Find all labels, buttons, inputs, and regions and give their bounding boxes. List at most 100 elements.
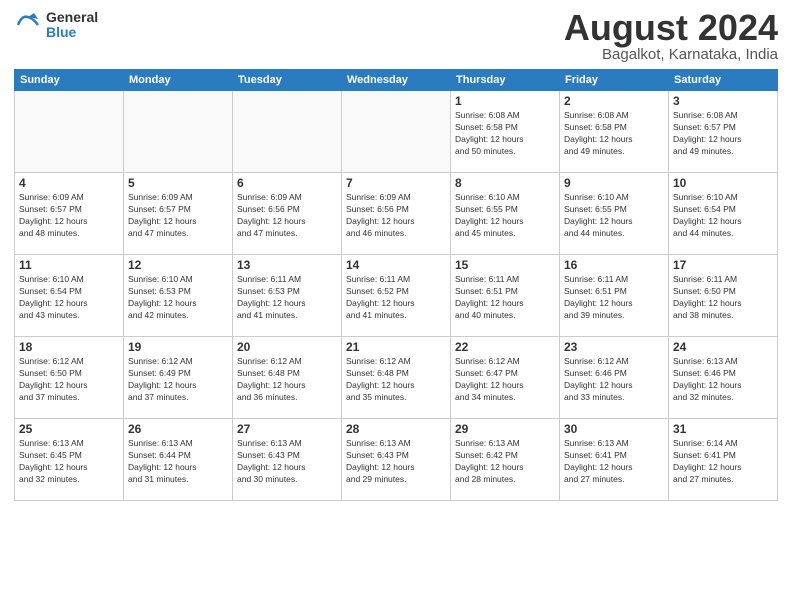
table-row: 23 Sunrise: 6:12 AM Sunset: 6:46 PM Dayli… <box>560 337 669 419</box>
day-number: 21 <box>346 340 446 354</box>
day-info: Sunrise: 6:10 AM Sunset: 6:53 PM Dayligh… <box>128 274 228 322</box>
title-block: August 2024 Bagalkot, Karnataka, India <box>564 10 778 63</box>
day-info: Sunrise: 6:12 AM Sunset: 6:49 PM Dayligh… <box>128 356 228 404</box>
day-number: 10 <box>673 176 773 190</box>
day-number: 13 <box>237 258 337 272</box>
day-info: Sunrise: 6:10 AM Sunset: 6:55 PM Dayligh… <box>455 192 555 240</box>
day-number: 14 <box>346 258 446 272</box>
table-row: 19 Sunrise: 6:12 AM Sunset: 6:49 PM Dayli… <box>124 337 233 419</box>
day-info: Sunrise: 6:12 AM Sunset: 6:47 PM Dayligh… <box>455 356 555 404</box>
day-number: 4 <box>19 176 119 190</box>
day-number: 24 <box>673 340 773 354</box>
day-number: 16 <box>564 258 664 272</box>
table-row: 2 Sunrise: 6:08 AM Sunset: 6:58 PM Daylig… <box>560 91 669 173</box>
day-number: 29 <box>455 422 555 436</box>
day-info: Sunrise: 6:13 AM Sunset: 6:41 PM Dayligh… <box>564 438 664 486</box>
day-info: Sunrise: 6:08 AM Sunset: 6:58 PM Dayligh… <box>455 110 555 158</box>
day-info: Sunrise: 6:11 AM Sunset: 6:51 PM Dayligh… <box>564 274 664 322</box>
table-row <box>15 91 124 173</box>
col-monday: Monday <box>124 70 233 91</box>
day-number: 22 <box>455 340 555 354</box>
table-row: 29Sunrise: 6:13 AM Sunset: 6:42 PM Dayli… <box>451 419 560 501</box>
day-info: Sunrise: 6:14 AM Sunset: 6:41 PM Dayligh… <box>673 438 773 486</box>
table-row: 20 Sunrise: 6:12 AM Sunset: 6:48 PM Dayli… <box>233 337 342 419</box>
col-friday: Friday <box>560 70 669 91</box>
table-row: 18 Sunrise: 6:12 AM Sunset: 6:50 PM Dayli… <box>15 337 124 419</box>
day-number: 19 <box>128 340 228 354</box>
table-row <box>233 91 342 173</box>
day-info: Sunrise: 6:13 AM Sunset: 6:46 PM Dayligh… <box>673 356 773 404</box>
day-info: Sunrise: 6:10 AM Sunset: 6:54 PM Dayligh… <box>19 274 119 322</box>
day-info: Sunrise: 6:09 AM Sunset: 6:57 PM Dayligh… <box>128 192 228 240</box>
day-number: 20 <box>237 340 337 354</box>
day-info: Sunrise: 6:13 AM Sunset: 6:43 PM Dayligh… <box>237 438 337 486</box>
day-info: Sunrise: 6:10 AM Sunset: 6:54 PM Dayligh… <box>673 192 773 240</box>
table-row <box>124 91 233 173</box>
logo-text: General Blue <box>46 10 98 41</box>
day-number: 5 <box>128 176 228 190</box>
day-number: 2 <box>564 94 664 108</box>
day-number: 7 <box>346 176 446 190</box>
table-row: 13 Sunrise: 6:11 AM Sunset: 6:53 PM Dayli… <box>233 255 342 337</box>
day-number: 31 <box>673 422 773 436</box>
table-row: 26Sunrise: 6:13 AM Sunset: 6:44 PM Dayli… <box>124 419 233 501</box>
table-row: 17Sunrise: 6:11 AM Sunset: 6:50 PM Dayli… <box>669 255 778 337</box>
day-info: Sunrise: 6:11 AM Sunset: 6:52 PM Dayligh… <box>346 274 446 322</box>
day-number: 27 <box>237 422 337 436</box>
calendar-week-row: 11Sunrise: 6:10 AM Sunset: 6:54 PM Dayli… <box>15 255 778 337</box>
day-info: Sunrise: 6:13 AM Sunset: 6:45 PM Dayligh… <box>19 438 119 486</box>
day-info: Sunrise: 6:12 AM Sunset: 6:46 PM Dayligh… <box>564 356 664 404</box>
table-row: 5 Sunrise: 6:09 AM Sunset: 6:57 PM Daylig… <box>124 173 233 255</box>
table-row: 8Sunrise: 6:10 AM Sunset: 6:55 PM Daylig… <box>451 173 560 255</box>
table-row: 7 Sunrise: 6:09 AM Sunset: 6:56 PM Daylig… <box>342 173 451 255</box>
day-number: 18 <box>19 340 119 354</box>
table-row: 12 Sunrise: 6:10 AM Sunset: 6:53 PM Dayli… <box>124 255 233 337</box>
day-number: 28 <box>346 422 446 436</box>
day-info: Sunrise: 6:10 AM Sunset: 6:55 PM Dayligh… <box>564 192 664 240</box>
day-info: Sunrise: 6:12 AM Sunset: 6:48 PM Dayligh… <box>346 356 446 404</box>
logo: General Blue <box>14 10 98 41</box>
day-number: 9 <box>564 176 664 190</box>
table-row: 22 Sunrise: 6:12 AM Sunset: 6:47 PM Dayli… <box>451 337 560 419</box>
table-row: 25 Sunrise: 6:13 AM Sunset: 6:45 PM Dayli… <box>15 419 124 501</box>
day-info: Sunrise: 6:12 AM Sunset: 6:48 PM Dayligh… <box>237 356 337 404</box>
logo-blue-text: Blue <box>46 25 98 40</box>
day-number: 12 <box>128 258 228 272</box>
day-info: Sunrise: 6:12 AM Sunset: 6:50 PM Dayligh… <box>19 356 119 404</box>
col-sunday: Sunday <box>15 70 124 91</box>
table-row: 11Sunrise: 6:10 AM Sunset: 6:54 PM Dayli… <box>15 255 124 337</box>
calendar-week-row: 18 Sunrise: 6:12 AM Sunset: 6:50 PM Dayli… <box>15 337 778 419</box>
table-row: 15 Sunrise: 6:11 AM Sunset: 6:51 PM Dayli… <box>451 255 560 337</box>
calendar: Sunday Monday Tuesday Wednesday Thursday… <box>14 69 778 501</box>
day-number: 25 <box>19 422 119 436</box>
col-saturday: Saturday <box>669 70 778 91</box>
calendar-week-row: 1 Sunrise: 6:08 AM Sunset: 6:58 PM Daylig… <box>15 91 778 173</box>
table-row: 27 Sunrise: 6:13 AM Sunset: 6:43 PM Dayli… <box>233 419 342 501</box>
day-info: Sunrise: 6:13 AM Sunset: 6:43 PM Dayligh… <box>346 438 446 486</box>
table-row: 10 Sunrise: 6:10 AM Sunset: 6:54 PM Dayli… <box>669 173 778 255</box>
day-info: Sunrise: 6:11 AM Sunset: 6:50 PM Dayligh… <box>673 274 773 322</box>
table-row: 6Sunrise: 6:09 AM Sunset: 6:56 PM Daylig… <box>233 173 342 255</box>
day-info: Sunrise: 6:09 AM Sunset: 6:57 PM Dayligh… <box>19 192 119 240</box>
header: General Blue August 2024 Bagalkot, Karna… <box>14 10 778 63</box>
table-row: 24 Sunrise: 6:13 AM Sunset: 6:46 PM Dayli… <box>669 337 778 419</box>
table-row <box>342 91 451 173</box>
day-number: 26 <box>128 422 228 436</box>
table-row: 1 Sunrise: 6:08 AM Sunset: 6:58 PM Daylig… <box>451 91 560 173</box>
calendar-week-row: 4 Sunrise: 6:09 AM Sunset: 6:57 PM Daylig… <box>15 173 778 255</box>
day-info: Sunrise: 6:11 AM Sunset: 6:53 PM Dayligh… <box>237 274 337 322</box>
table-row: 21 Sunrise: 6:12 AM Sunset: 6:48 PM Dayli… <box>342 337 451 419</box>
col-wednesday: Wednesday <box>342 70 451 91</box>
table-row: 4 Sunrise: 6:09 AM Sunset: 6:57 PM Daylig… <box>15 173 124 255</box>
day-number: 15 <box>455 258 555 272</box>
day-number: 3 <box>673 94 773 108</box>
day-info: Sunrise: 6:11 AM Sunset: 6:51 PM Dayligh… <box>455 274 555 322</box>
day-number: 1 <box>455 94 555 108</box>
day-number: 30 <box>564 422 664 436</box>
table-row: 3Sunrise: 6:08 AM Sunset: 6:57 PM Daylig… <box>669 91 778 173</box>
logo-general-text: General <box>46 10 98 25</box>
day-info: Sunrise: 6:08 AM Sunset: 6:58 PM Dayligh… <box>564 110 664 158</box>
day-number: 6 <box>237 176 337 190</box>
day-info: Sunrise: 6:09 AM Sunset: 6:56 PM Dayligh… <box>346 192 446 240</box>
day-number: 23 <box>564 340 664 354</box>
